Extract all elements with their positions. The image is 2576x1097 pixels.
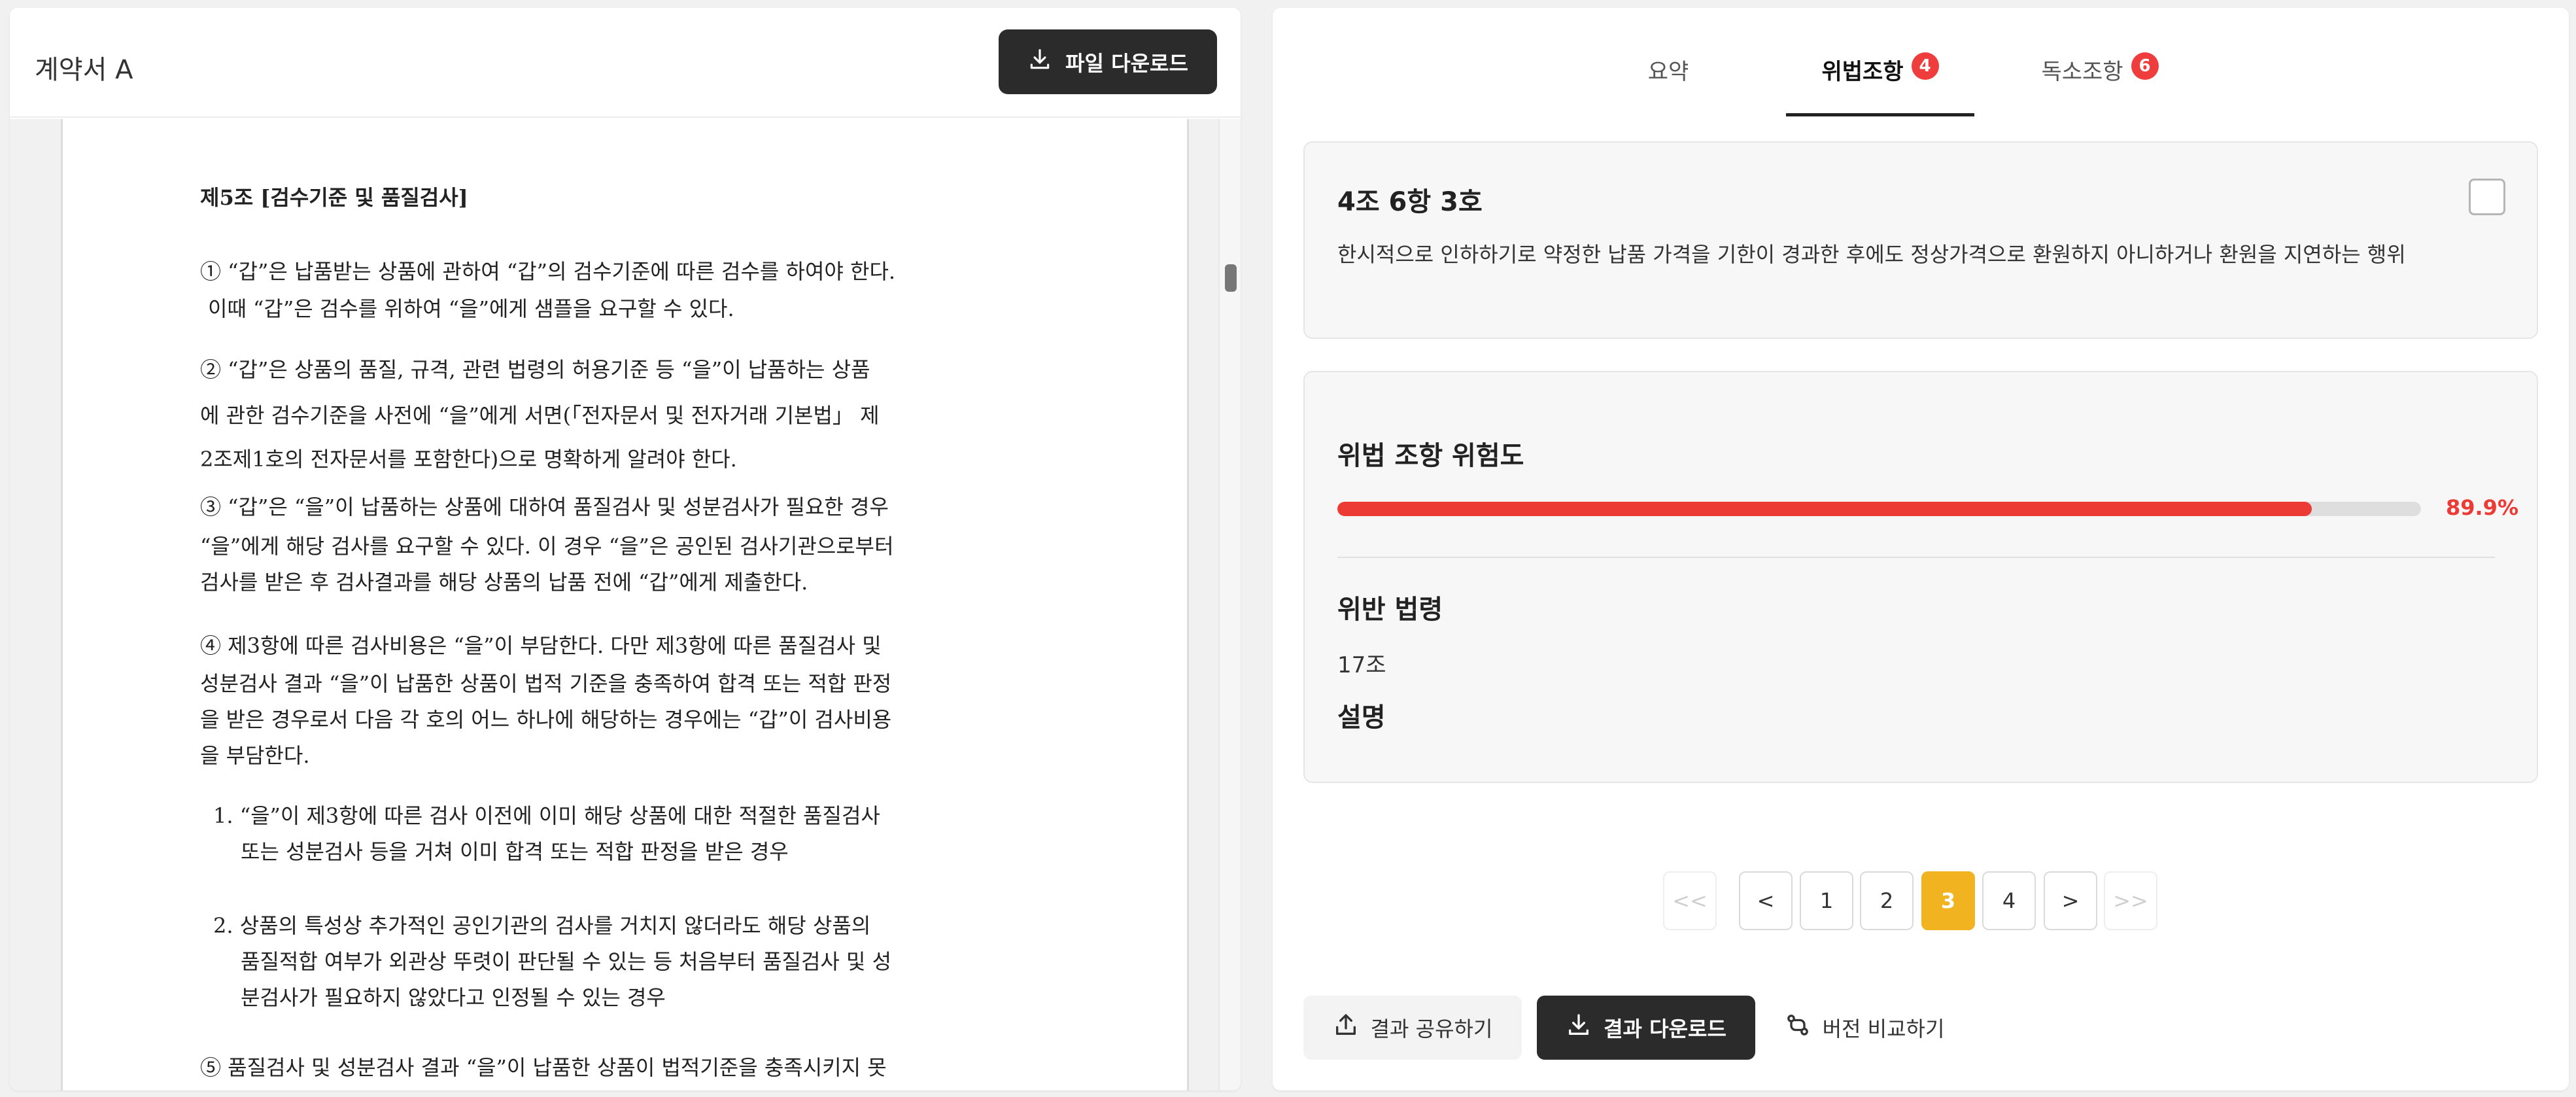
document-line: 품질적합 여부가 외관상 뚜렷이 판단될 수 있는 등 처음부터 품질검사 및 … [241, 949, 892, 974]
document-line: ④ 제3항에 따른 검사비용은 “을”이 부담한다. 다만 제3항에 따른 품질… [200, 633, 882, 658]
download-icon [1566, 1012, 1592, 1043]
page-button-2[interactable]: 2 [1860, 871, 1914, 930]
risk-percent: 89.9% [2445, 495, 2518, 520]
page-prev-button[interactable]: < [1739, 871, 1793, 930]
compare-versions-button[interactable]: 버전 비교하기 [1770, 996, 1959, 1060]
document-line: ② “갑”은 상품의 품질, 규격, 관련 법령의 허용기준 등 “을”이 납품… [200, 357, 870, 382]
tab-label: 요약 [1647, 59, 1689, 85]
document-line: “을”에게 해당 검사를 요구할 수 있다. 이 경우 “을”은 공인된 검사기… [200, 534, 894, 559]
explanation-title: 설명 [1337, 703, 1386, 733]
document-panel: 계약서 A 파일 다운로드 제5조 [검수기준 및 품질검사] ① “갑”은 납… [10, 8, 1241, 1090]
compare-versions-label: 버전 비교하기 [1822, 1017, 1945, 1041]
article-heading: 제5조 [검수기준 및 품질검사] [200, 185, 468, 210]
document-line: 또는 성분검사 등을 거쳐 이미 합격 또는 적합 판정을 받은 경우 [241, 839, 789, 864]
divider [1337, 557, 2495, 558]
document-title: 계약서 A [35, 55, 133, 85]
document-line: 검사를 받은 후 검사결과를 해당 상품의 납품 전에 “갑”에게 제출한다. [200, 570, 808, 595]
page-button-1[interactable]: 1 [1800, 871, 1853, 930]
document-scrollbar[interactable] [1218, 119, 1241, 1090]
download-result-label: 결과 다운로드 [1604, 1017, 1726, 1041]
document-line: 분검사가 필요하지 않았다고 인정될 수 있는 경우 [241, 985, 666, 1010]
document-line: 2. 상품의 특성상 추가적인 공인기관의 검사를 거치지 않더라도 해당 상품… [213, 913, 871, 938]
risk-progress-fill [1337, 502, 2312, 516]
clause-checkbox[interactable] [2469, 179, 2505, 215]
compare-icon [1785, 1012, 1811, 1043]
tab-badge: 4 [1911, 52, 1939, 80]
analysis-panel: 요약 위법조항 4 독소조항 6 4조 6항 3호 한시적으로 인하하기로 약정… [1273, 8, 2569, 1090]
scrollbar-thumb[interactable] [1225, 264, 1237, 292]
document-header: 계약서 A 파일 다운로드 [10, 8, 1241, 118]
risk-title: 위법 조항 위험도 [1337, 441, 1524, 471]
share-result-label: 결과 공유하기 [1370, 1017, 1493, 1041]
document-line: 성분검사 결과 “을”이 납품한 상품이 법적 기준을 충족하여 합격 또는 적… [200, 671, 892, 696]
violated-law-title: 위반 법령 [1337, 595, 1443, 625]
document-line: ③ “갑”은 “을”이 납품하는 상품에 대하여 품질검사 및 성분검사가 필요… [200, 495, 889, 519]
tab-illegal-clauses[interactable]: 위법조항 4 [1786, 52, 1974, 116]
document-viewport[interactable]: 제5조 [검수기준 및 품질검사] ① “갑”은 납품받는 상품에 관하여 “갑… [10, 119, 1241, 1090]
page-last-button[interactable]: >> [2104, 871, 2157, 930]
tab-toxic-clauses[interactable]: 독소조항 6 [2025, 52, 2175, 116]
bottom-actions: 결과 공유하기 결과 다운로드 버전 비교하기 [1273, 996, 2569, 1060]
violated-law-value: 17조 [1337, 652, 1386, 678]
pagination: << < 1 2 3 4 > >> [1273, 871, 2569, 930]
page-next-button[interactable]: > [2044, 871, 2097, 930]
document-line: 을 부담한다. [200, 743, 310, 768]
document-line: 2조제1호의 전자문서를 포함한다)으로 명확하게 알려야 한다. [200, 447, 737, 472]
tab-badge: 6 [2131, 52, 2159, 80]
file-download-label: 파일 다운로드 [1065, 50, 1188, 76]
document-line: 을 받은 경우로서 다음 각 호의 어느 하나에 해당하는 경우에는 “갑”이 … [200, 707, 892, 732]
document-page: 제5조 [검수기준 및 품질검사] ① “갑”은 납품받는 상품에 관하여 “갑… [61, 119, 1189, 1090]
clause-card: 4조 6항 3호 한시적으로 인하하기로 약정한 납품 가격을 기한이 경과한 … [1303, 141, 2538, 339]
clause-description: 한시적으로 인하하기로 약정한 납품 가격을 기한이 경과한 후에도 정상가격으… [1337, 242, 2406, 267]
share-result-button[interactable]: 결과 공유하기 [1303, 996, 1522, 1060]
download-icon [1027, 47, 1052, 77]
share-icon [1333, 1012, 1359, 1043]
clause-title: 4조 6항 3호 [1337, 187, 1483, 217]
risk-progress-bar [1337, 502, 2421, 516]
page-first-button[interactable]: << [1663, 871, 1717, 930]
result-tabs: 요약 위법조항 4 독소조항 6 [1273, 52, 2569, 116]
download-result-button[interactable]: 결과 다운로드 [1537, 996, 1755, 1060]
document-line: ① “갑”은 납품받는 상품에 관하여 “갑”의 검수기준에 따른 검수를 하여… [200, 259, 896, 284]
page-button-4[interactable]: 4 [1982, 871, 2036, 930]
risk-card: 위법 조항 위험도 89.9% 위반 법령 17조 설명 [1303, 371, 2538, 783]
document-line: 1. “을”이 제3항에 따른 검사 이전에 이미 해당 상품에 대한 적절한 … [213, 803, 880, 828]
document-line: 이때 “갑”은 검수를 위하여 “을”에게 샘플을 요구할 수 있다. [208, 296, 734, 321]
document-line: 에 관한 검수기준을 사전에 “을”에게 서면(「전자문서 및 전자거래 기본법… [200, 403, 880, 428]
page-button-3[interactable]: 3 [1921, 871, 1975, 930]
document-line: ⑤ 품질검사 및 성분검사 결과 “을”이 납품한 상품이 법적기준을 충족시키… [200, 1055, 887, 1080]
tab-label: 독소조항 [2041, 59, 2123, 85]
tab-summary[interactable]: 요약 [1632, 54, 1704, 116]
file-download-button[interactable]: 파일 다운로드 [999, 29, 1217, 94]
tab-label: 위법조항 [1821, 59, 1904, 85]
